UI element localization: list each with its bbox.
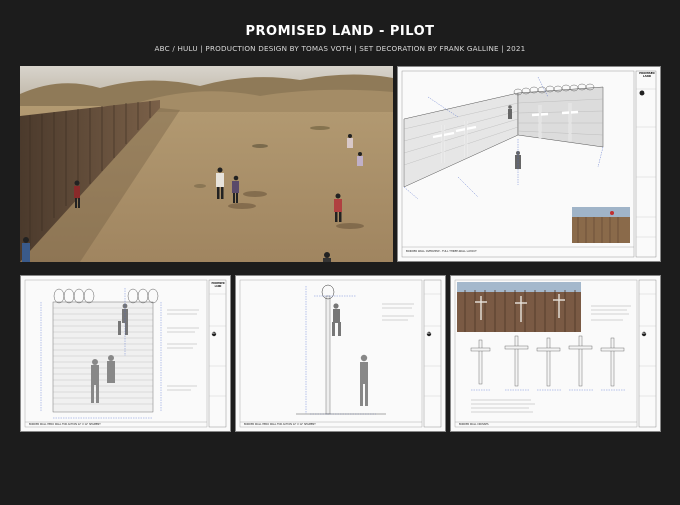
- page-title: PROMISED LAND - PILOT: [245, 24, 435, 39]
- climb-caption: BORDER WALL HERO WALL FOR ACTION 12' X 1…: [244, 423, 316, 426]
- crosses-drawing-sheet: BORDER WALL CROSSES abc: [450, 275, 661, 432]
- abc-logo: abc: [212, 332, 216, 335]
- hero-caption: BORDER WALL HERO WALL FOR ACTION 12' X 1…: [29, 423, 101, 426]
- film-still-photo: [20, 66, 393, 262]
- overview-drawing-sheet: PROMISED LAND BORDER WALL OVERVIEW - FUL…: [397, 66, 661, 262]
- overview-caption: BORDER WALL OVERVIEW - FULL THREE-WALL L…: [406, 250, 477, 253]
- wall-perspective-drawing: [401, 70, 657, 258]
- abc-logo: abc: [427, 332, 431, 335]
- climb-elevation: [239, 279, 442, 428]
- titleblock-show-name: PROMISED LAND: [639, 72, 655, 78]
- abc-logo: abc: [642, 332, 646, 335]
- climb-drawing-sheet: BORDER WALL HERO WALL FOR ACTION 12' X 1…: [235, 275, 446, 432]
- crosses-elevation: [454, 279, 657, 428]
- hero-wall-elevation: [24, 279, 227, 428]
- credits-line: ABC / HULU | PRODUCTION DESIGN BY TOMAS …: [154, 44, 526, 53]
- titleblock-show-name: PROMISED LAND: [211, 282, 225, 288]
- desert-border-wall-scene: [20, 66, 393, 262]
- crosses-caption: BORDER WALL CROSSES: [459, 423, 489, 426]
- abc-logo: abc: [644, 91, 649, 94]
- hero-wall-drawing-sheet: PROMISED LAND BORDER WALL HERO WALL FOR …: [20, 275, 231, 432]
